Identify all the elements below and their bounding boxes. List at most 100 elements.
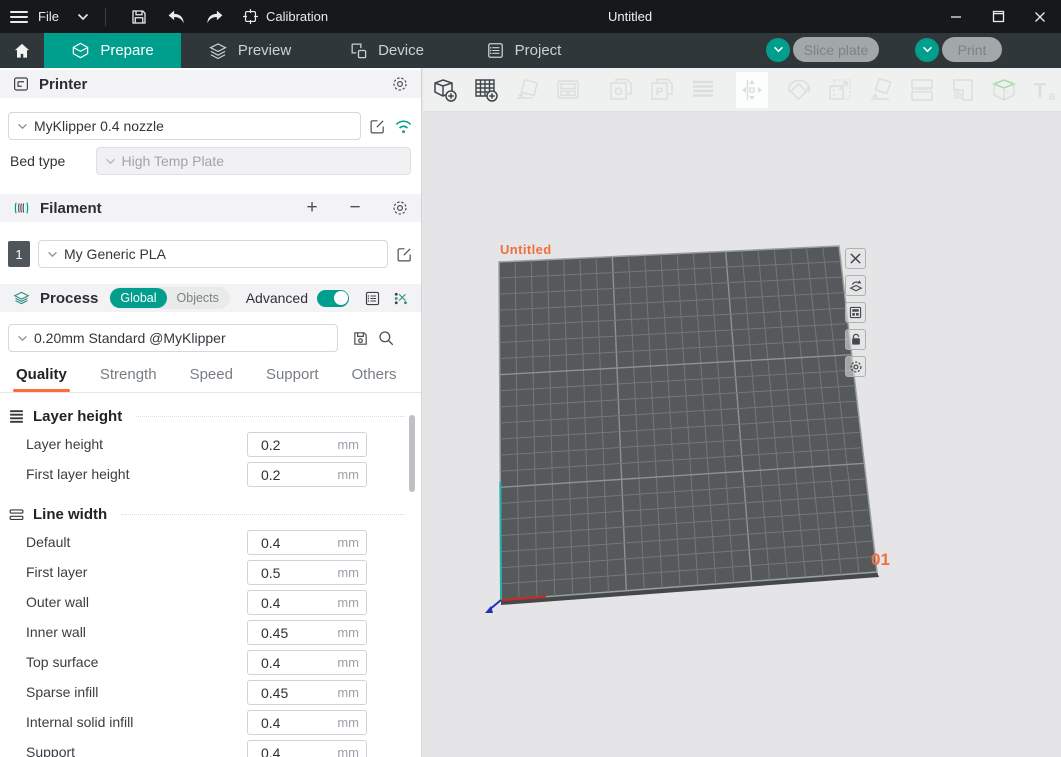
save-preset-icon[interactable] [352, 330, 369, 347]
fill-color-icon[interactable] [947, 72, 979, 108]
undo-icon[interactable] [160, 0, 194, 33]
param-row: Default mm [0, 527, 421, 557]
variable-layer-height-icon[interactable] [988, 72, 1020, 108]
arrange-plate-icon[interactable] [845, 302, 866, 323]
scope-objects[interactable]: Objects [167, 288, 229, 308]
line-width-inner-wall-input[interactable] [248, 625, 326, 641]
hamburger-menu-icon[interactable] [10, 11, 28, 23]
line-width-first-layer-input[interactable] [248, 565, 326, 581]
tab-support[interactable]: Support [266, 366, 319, 392]
minimize-button[interactable] [935, 0, 977, 33]
orient-plate-icon[interactable] [845, 275, 866, 296]
tab-project[interactable]: Project [455, 33, 592, 68]
preview-icon [208, 41, 228, 61]
param-row: Internal solid infill mm [0, 707, 421, 737]
arrange-icon[interactable] [552, 72, 584, 108]
slice-plate-button[interactable]: Slice plate [793, 37, 879, 62]
printer-icon [12, 75, 30, 93]
add-object-icon[interactable] [429, 72, 461, 108]
plate-settings-icon[interactable] [845, 356, 866, 377]
tab-prepare[interactable]: Prepare [44, 33, 181, 68]
tab-strength[interactable]: Strength [100, 366, 157, 392]
tab-device[interactable]: Device [318, 33, 455, 68]
filament-preset-value: My Generic PLA [64, 246, 166, 262]
printer-preset-value: MyKlipper 0.4 nozzle [34, 118, 164, 134]
edit-printer-icon[interactable] [369, 118, 386, 135]
build-plate [423, 112, 1061, 757]
calibration-button[interactable]: Calibration [242, 8, 328, 25]
tab-quality[interactable]: Quality [16, 366, 67, 392]
sidebar-scrollbar[interactable] [409, 415, 415, 492]
layers-icon[interactable] [687, 72, 719, 108]
maximize-button[interactable] [977, 0, 1019, 33]
copy-icon[interactable]: O [605, 72, 637, 108]
rotate-icon[interactable] [783, 72, 815, 108]
line-width-internal-solid-infill-input[interactable] [248, 715, 326, 731]
text-tool-icon[interactable]: Ta [1029, 72, 1061, 108]
lay-flat-icon[interactable] [865, 72, 897, 108]
layer-height-icon [8, 409, 25, 424]
line-width-outer-wall-input[interactable] [248, 595, 326, 611]
scope-global[interactable]: Global [110, 288, 166, 308]
file-menu[interactable]: File [38, 9, 59, 24]
remove-filament-button[interactable]: − [344, 198, 366, 218]
close-button[interactable] [1019, 0, 1061, 33]
process-tabs: Quality Strength Speed Support Others [0, 366, 421, 392]
titlebar: File Calibration Untitled [0, 0, 1061, 33]
viewport-toolbar: O P Ta [423, 68, 1061, 112]
move-icon[interactable] [736, 72, 768, 108]
plate-controls [845, 248, 866, 377]
param-row: Inner wall mm [0, 617, 421, 647]
advanced-toggle[interactable] [317, 290, 349, 307]
filament-settings-gear-icon[interactable] [391, 199, 409, 217]
home-icon [12, 41, 32, 61]
add-filament-button[interactable]: + [301, 198, 323, 218]
file-menu-chevron-icon[interactable] [77, 13, 89, 21]
project-icon [486, 41, 505, 60]
tab-preview[interactable]: Preview [181, 33, 318, 68]
tab-others[interactable]: Others [352, 366, 397, 392]
paste-icon[interactable]: P [646, 72, 678, 108]
line-width-default-input[interactable] [248, 535, 326, 551]
print-button[interactable]: Print [942, 37, 1002, 62]
param-row: Layer height mm [0, 429, 421, 459]
redo-icon[interactable] [198, 0, 232, 33]
tab-speed[interactable]: Speed [190, 366, 233, 392]
auto-orient-icon[interactable] [511, 72, 543, 108]
svg-text:P: P [656, 86, 663, 98]
printer-settings-gear-icon[interactable] [391, 75, 409, 93]
bed-type-select[interactable]: High Temp Plate [96, 147, 411, 175]
lock-plate-icon[interactable] [845, 329, 866, 350]
prepare-icon [71, 41, 90, 60]
scale-icon[interactable] [824, 72, 856, 108]
titlebar-divider [105, 8, 106, 26]
process-preset-select[interactable]: 0.20mm Standard @MyKlipper [8, 324, 338, 352]
window-title: Untitled [608, 0, 652, 33]
sidebar: Printer MyKlipper 0.4 nozzle Bed type Hi… [0, 68, 422, 757]
edit-filament-icon[interactable] [396, 246, 413, 263]
print-options-chevron[interactable] [915, 38, 939, 62]
advanced-label: Advanced [246, 290, 308, 306]
printer-preset-select[interactable]: MyKlipper 0.4 nozzle [8, 112, 361, 140]
cut-icon[interactable] [906, 72, 938, 108]
line-width-support-input[interactable] [248, 745, 326, 757]
preset-compare-icon[interactable] [392, 290, 409, 307]
wifi-connection-icon[interactable] [394, 119, 413, 134]
slice-options-chevron[interactable] [766, 38, 790, 62]
main-tabbar: Prepare Preview Device Project Slice pla… [0, 33, 1061, 68]
plate-name-label: Untitled [500, 242, 552, 257]
search-settings-icon[interactable] [377, 329, 395, 347]
home-button[interactable] [0, 33, 44, 68]
svg-text:a: a [1049, 89, 1056, 103]
tab-project-label: Project [515, 42, 562, 59]
parameter-list-icon[interactable] [364, 290, 381, 307]
layer-height-input[interactable] [248, 437, 326, 453]
line-width-top-surface-input[interactable] [248, 655, 326, 671]
line-width-sparse-infill-input[interactable] [248, 685, 326, 701]
filament-preset-select[interactable]: My Generic PLA [38, 240, 388, 268]
param-row: Sparse infill mm [0, 677, 421, 707]
delete-plate-icon[interactable] [845, 248, 866, 269]
first-layer-height-input[interactable] [248, 467, 326, 483]
save-icon[interactable] [122, 0, 156, 33]
add-plate-icon[interactable] [470, 72, 502, 108]
